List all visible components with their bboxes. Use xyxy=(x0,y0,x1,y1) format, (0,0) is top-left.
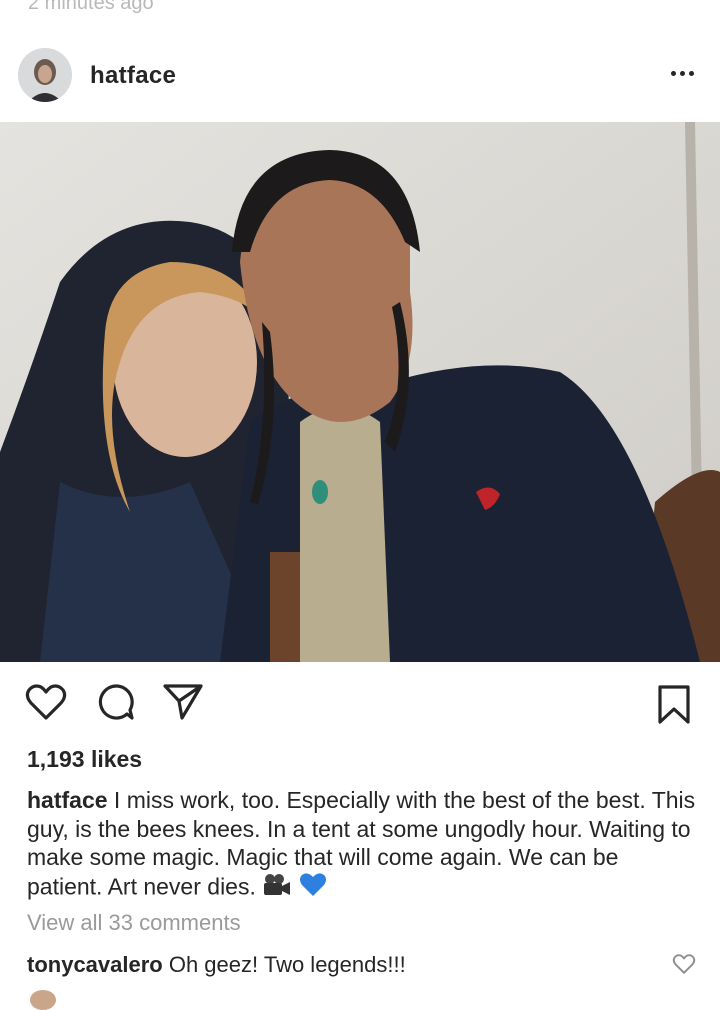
comment-item: tonycavalero Oh geez! Two legends!!! xyxy=(27,952,406,978)
more-options-button[interactable] xyxy=(664,58,700,88)
post-username[interactable]: hatface xyxy=(90,62,176,90)
bookmark-outline-icon xyxy=(658,685,690,724)
avatar[interactable] xyxy=(18,48,72,102)
comment-button[interactable] xyxy=(96,682,136,727)
heart-outline-icon xyxy=(25,684,67,720)
paper-plane-icon xyxy=(163,684,203,720)
share-button[interactable] xyxy=(162,682,204,727)
caption-text: I miss work, too. Especially with the be… xyxy=(27,787,696,899)
more-horizontal-icon xyxy=(670,70,676,76)
blue-heart-emoji xyxy=(299,872,327,905)
comment-username[interactable]: tonycavalero xyxy=(27,952,163,977)
next-comment-avatar[interactable] xyxy=(30,990,56,1010)
caption-username[interactable]: hatface xyxy=(27,787,108,813)
likes-count[interactable]: 1,193 likes xyxy=(27,746,142,773)
comment-text: Oh geez! Two legends!!! xyxy=(162,952,406,977)
comment-like-button[interactable] xyxy=(672,953,696,980)
heart-outline-icon xyxy=(672,954,696,974)
post-photo[interactable] xyxy=(0,122,720,662)
save-button[interactable] xyxy=(656,684,692,731)
post-header: hatface xyxy=(0,44,720,108)
view-all-comments-link[interactable]: View all 33 comments xyxy=(27,910,241,936)
post-actions xyxy=(0,662,720,752)
comment-bubble-icon xyxy=(98,684,134,720)
movie-camera-emoji xyxy=(262,873,292,904)
post-caption: hatface I miss work, too. Especially wit… xyxy=(27,786,697,904)
post-timestamp-cut: 2 minutes ago xyxy=(28,0,154,14)
like-button[interactable] xyxy=(25,682,67,727)
